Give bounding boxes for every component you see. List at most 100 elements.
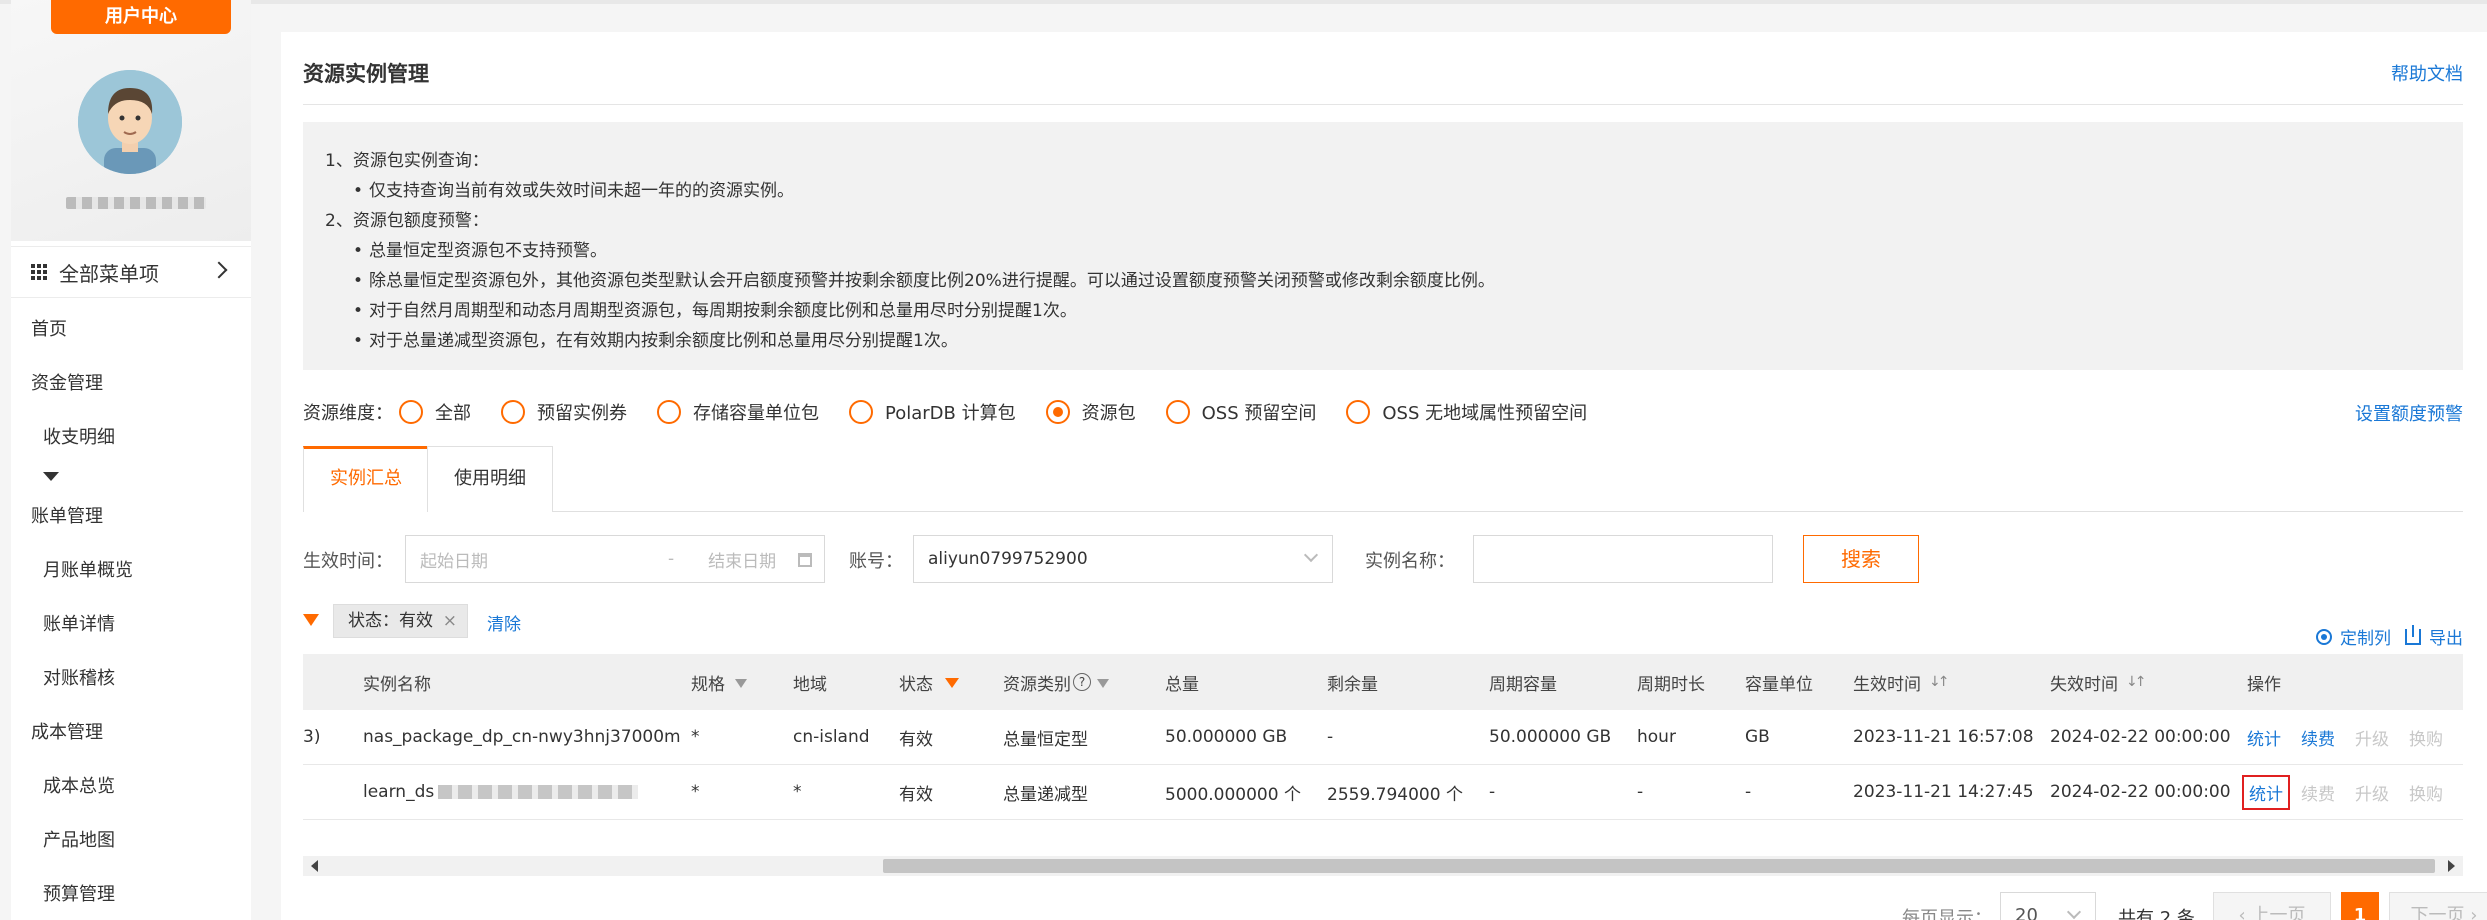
col-actions: 操作 bbox=[2247, 674, 2281, 695]
active-filter-row: 状态：有效 × 清除 定制列 导出 bbox=[303, 604, 2463, 649]
sidebar-item-income-expense[interactable]: 收支明细 bbox=[11, 418, 251, 458]
pagination: 每页显示： 20 共有 2 条 ‹ 上一页 1 下一页 › bbox=[303, 892, 2487, 920]
col-spec[interactable]: 规格 bbox=[691, 654, 747, 710]
page-1-button[interactable]: 1 bbox=[2341, 892, 2379, 920]
avatar[interactable] bbox=[78, 70, 182, 174]
customize-columns-button[interactable]: 定制列 bbox=[2316, 624, 2391, 649]
scroll-left-icon[interactable] bbox=[311, 860, 318, 872]
per-page-select[interactable]: 20 bbox=[2000, 892, 2096, 920]
total-count: 共有 2 条 bbox=[2118, 908, 2195, 920]
end-date-placeholder: 结束日期 bbox=[708, 551, 777, 572]
account-label: 账号： bbox=[849, 551, 903, 572]
sidebar-item-home[interactable]: 首页 bbox=[11, 310, 251, 350]
caret-down-icon[interactable] bbox=[43, 472, 59, 481]
set-quota-alert-link[interactable]: 设置额度预警 bbox=[2355, 400, 2463, 426]
close-icon[interactable]: × bbox=[443, 605, 457, 637]
upgrade-link: 升级 bbox=[2355, 729, 2389, 750]
radio-storage-capacity[interactable]: 存储容量单位包 bbox=[657, 399, 819, 425]
exchange-link: 换购 bbox=[2409, 729, 2443, 750]
scrollbar-thumb[interactable] bbox=[883, 859, 2435, 873]
col-cycle-capacity: 周期容量 bbox=[1489, 674, 1557, 695]
sort-icon[interactable]: ↓↑ bbox=[1929, 674, 1950, 690]
col-instance-name: 实例名称 bbox=[363, 674, 431, 695]
notice-line: 对于自然月周期型和动态月周期型资源包，每周期按剩余额度比例和总量用尽时分别提醒1… bbox=[325, 296, 2463, 326]
sidebar-item-bill-details[interactable]: 账单详情 bbox=[11, 605, 251, 645]
radio-all[interactable]: 全部 bbox=[399, 399, 471, 425]
stats-link[interactable]: 统计 bbox=[2242, 774, 2290, 810]
col-expiry-time[interactable]: 失效时间 ↓↑ bbox=[2050, 654, 2147, 710]
page-title: 资源实例管理 bbox=[303, 62, 429, 86]
col-cycle-length: 周期时长 bbox=[1637, 674, 1705, 695]
sidebar-item-budget[interactable]: 预算管理 bbox=[11, 875, 251, 915]
renew-link[interactable]: 续费 bbox=[2301, 710, 2335, 764]
export-icon bbox=[2405, 624, 2421, 645]
main-panel: 资源实例管理 帮助文档 1、资源包实例查询： 仅支持查询当前有效或失效时间未超一… bbox=[281, 32, 2487, 920]
radio-oss-reserved[interactable]: OSS 预留空间 bbox=[1165, 399, 1316, 425]
radio-reserved-instance[interactable]: 预留实例券 bbox=[501, 399, 627, 425]
effective-time-label: 生效时间： bbox=[303, 551, 393, 572]
col-region: 地域 bbox=[793, 674, 827, 695]
sidebar-item-reconciliation[interactable]: 对账稽核 bbox=[11, 659, 251, 699]
col-status[interactable]: 状态 bbox=[899, 654, 959, 710]
chevron-down-icon bbox=[2066, 904, 2082, 920]
filter-icon[interactable] bbox=[735, 678, 747, 688]
horizontal-scrollbar[interactable] bbox=[303, 856, 2463, 876]
help-icon[interactable]: ? bbox=[1073, 673, 1091, 691]
top-border bbox=[0, 0, 2487, 4]
scroll-right-icon[interactable] bbox=[2448, 860, 2455, 872]
all-menu-button[interactable]: 全部菜单项 bbox=[11, 246, 251, 298]
notice-line: 仅支持查询当前有效或失效时间未超一年的的资源实例。 bbox=[325, 176, 2463, 206]
col-remaining: 剩余量 bbox=[1327, 674, 1378, 695]
resource-dimension-row: 资源维度： 全部 预留实例券 存储容量单位包 PolarDB 计算包 资源包 O… bbox=[303, 392, 2463, 432]
sidebar-item-cost[interactable]: 成本管理 bbox=[11, 713, 251, 753]
date-range-picker[interactable]: 起始日期 - 结束日期 bbox=[405, 535, 825, 583]
chevron-down-icon bbox=[1303, 547, 1319, 563]
sidebar-item-monthly-bill[interactable]: 月账单概览 bbox=[11, 551, 251, 591]
help-doc-link[interactable]: 帮助文档 bbox=[2391, 60, 2463, 86]
search-button[interactable]: 搜索 bbox=[1803, 535, 1919, 583]
tab-usage-details[interactable]: 使用明细 bbox=[427, 446, 553, 512]
grid-icon bbox=[31, 264, 47, 280]
col-effective-time[interactable]: 生效时间 ↓↑ bbox=[1853, 654, 1950, 710]
title-divider bbox=[303, 104, 2463, 105]
table-row: 3) nas_package_dp_cn-nwy3hnj37000m * cn-… bbox=[303, 710, 2463, 765]
exchange-link: 换购 bbox=[2409, 784, 2443, 805]
notice-line: 2、资源包额度预警： bbox=[325, 211, 489, 231]
instance-name-input[interactable] bbox=[1473, 535, 1773, 583]
gear-icon bbox=[2316, 628, 2332, 645]
radio-oss-no-region[interactable]: OSS 无地域属性预留空间 bbox=[1346, 399, 1587, 425]
tab-instance-summary[interactable]: 实例汇总 bbox=[303, 446, 429, 512]
filter-icon[interactable] bbox=[945, 678, 959, 688]
sidebar-item-billing[interactable]: 账单管理 bbox=[11, 497, 251, 537]
sidebar-item-cost-overview[interactable]: 成本总览 bbox=[11, 767, 251, 807]
radio-polardb[interactable]: PolarDB 计算包 bbox=[849, 399, 1016, 425]
renew-link: 续费 bbox=[2301, 784, 2335, 805]
stats-link[interactable]: 统计 bbox=[2247, 710, 2281, 764]
next-page-button[interactable]: 下一页 › bbox=[2389, 892, 2487, 920]
status-filter-chip[interactable]: 状态：有效 × bbox=[333, 604, 468, 638]
sort-icon[interactable]: ↓↑ bbox=[2126, 674, 2147, 690]
sidebar-item-product-map[interactable]: 产品地图 bbox=[11, 821, 251, 861]
notice-box: 1、资源包实例查询： 仅支持查询当前有效或失效时间未超一年的的资源实例。 2、资… bbox=[303, 122, 2463, 370]
notice-line: 除总量恒定型资源包外，其他资源包类型默认会开启额度预警并按剩余额度比例20%进行… bbox=[325, 266, 2463, 296]
filter-icon bbox=[303, 614, 319, 626]
col-resource-type[interactable]: 资源类别? bbox=[1003, 654, 1109, 710]
account-select[interactable]: aliyun0799752900 bbox=[913, 535, 1333, 583]
avatar-image bbox=[78, 70, 182, 174]
sidebar-item-funds[interactable]: 资金管理 bbox=[11, 364, 251, 404]
export-button[interactable]: 导出 bbox=[2405, 624, 2463, 649]
per-page-label: 每页显示： bbox=[1902, 908, 1992, 920]
upgrade-link: 升级 bbox=[2355, 784, 2389, 805]
table-header: 实例名称 规格 地域 状态 资源类别? 总量 剩余量 周期容量 周期时长 容量单… bbox=[303, 654, 2463, 710]
user-center-tab[interactable]: 用户中心 bbox=[51, 0, 231, 34]
col-total: 总量 bbox=[1165, 674, 1199, 695]
start-date-placeholder: 起始日期 bbox=[420, 551, 488, 572]
chevron-right-icon bbox=[210, 261, 228, 279]
radio-resource-package[interactable]: 资源包 bbox=[1045, 399, 1136, 425]
instance-name-label: 实例名称： bbox=[1365, 551, 1455, 572]
clear-filters-link[interactable]: 清除 bbox=[487, 610, 521, 635]
filter-icon[interactable] bbox=[1097, 678, 1109, 688]
prev-page-button[interactable]: ‹ 上一页 bbox=[2213, 892, 2331, 920]
all-menu-label: 全部菜单项 bbox=[59, 261, 159, 286]
calendar-icon bbox=[798, 553, 812, 567]
